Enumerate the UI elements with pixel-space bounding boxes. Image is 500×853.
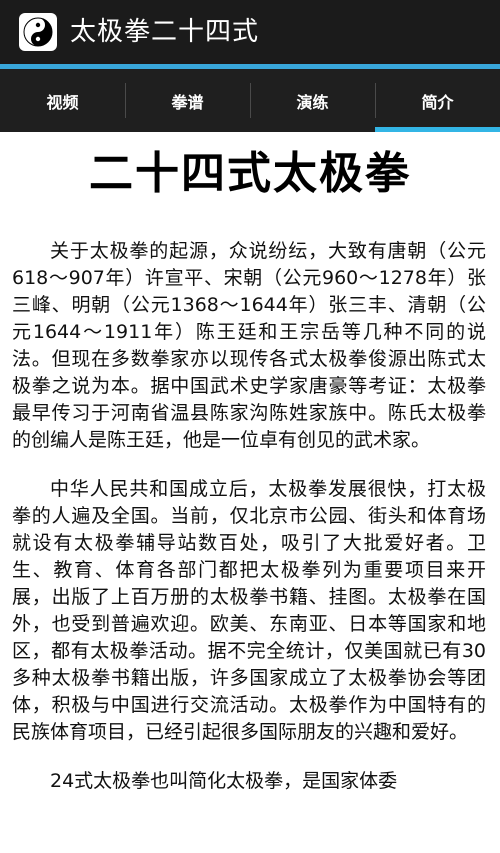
article-title: 二十四式太极拳: [89, 148, 411, 199]
article-content[interactable]: 二十四式太极拳 关于太极拳的起源，众说纷纭，大致有唐朝（公元618～907年）许…: [0, 132, 500, 853]
tab-practice[interactable]: 演练: [250, 69, 375, 132]
tab-video[interactable]: 视频: [0, 69, 125, 132]
tab-intro[interactable]: 简介: [375, 69, 500, 132]
app-logo-icon[interactable]: [19, 13, 57, 51]
article-paragraph: 24式太极拳也叫简化太极拳，是国家体委: [50, 770, 398, 792]
article-paragraph: 关于太极拳的起源，众说纷纭，大致有唐朝（公元618～907年）许宣平、宋朝（公元…: [12, 240, 486, 451]
tab-manual[interactable]: 拳谱: [125, 69, 250, 132]
yin-yang-icon: [23, 17, 53, 47]
article-paragraph: 中华人民共和国成立后，太极拳发展很快，打太极拳的人遍及全国。当前，仅北京市公园、…: [12, 478, 486, 743]
app-bar: 太极拳二十四式: [0, 0, 500, 64]
tab-bar: 视频 拳谱 演练 简介: [0, 69, 500, 132]
app-title: 太极拳二十四式: [70, 17, 260, 47]
